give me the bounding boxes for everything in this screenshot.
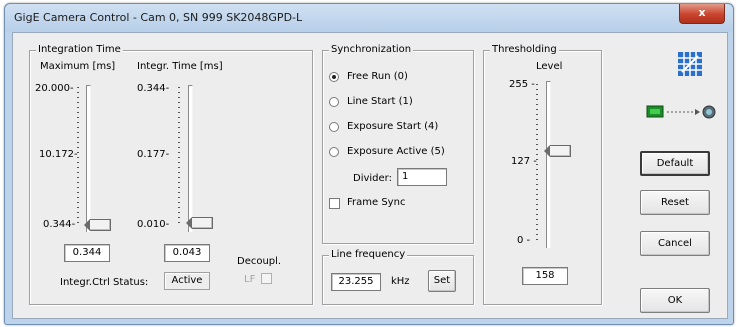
integr-time-label: Integr. Time [ms] [137, 61, 223, 72]
max-tick-bottom: 0.344- [43, 219, 76, 230]
divider-label: Divider: [353, 173, 392, 184]
int-tick-bottom: 0.010- [137, 219, 170, 230]
vendor-logo-icon [678, 52, 702, 76]
line-frequency-value[interactable]: 23.255 [331, 273, 381, 291]
max-slider-thumb[interactable] [84, 219, 111, 231]
free-run-radio[interactable] [329, 72, 339, 82]
decoupl-label: Decoupl. [237, 256, 282, 267]
int-slider-track[interactable] [188, 85, 193, 232]
default-button[interactable]: Default [640, 151, 710, 176]
exposure-active-label[interactable]: Exposure Active (5) [347, 146, 445, 157]
title-bar[interactable]: GigE Camera Control - Cam 0, SN 999 SK20… [5, 4, 733, 32]
exposure-start-radio[interactable] [329, 122, 339, 132]
line-start-radio[interactable] [329, 97, 339, 107]
line-frequency-unit: kHz [391, 276, 410, 287]
threshold-tick-0: 0 - [517, 235, 531, 246]
dialog-client-area: Integration Time Maximum [ms] Integr. Ti… [12, 32, 728, 319]
max-tick-mid: 10.172- [39, 149, 78, 160]
threshold-tick-255: 255 - [509, 79, 535, 90]
integration-time-group: Integration Time Maximum [ms] Integr. Ti… [29, 44, 313, 305]
frame-sync-label[interactable]: Frame Sync [347, 197, 405, 208]
integration-time-title: Integration Time [36, 44, 123, 55]
thresholding-group: Thresholding Level 255 - 127 - 0 - 158 [483, 44, 602, 305]
level-label: Level [536, 61, 563, 72]
integr-ctrl-status-value: Active [164, 272, 210, 290]
camera-connection-icon [646, 104, 718, 120]
int-tick-mid: 0.177- [137, 149, 170, 160]
int-slider-thumb[interactable] [186, 217, 213, 229]
threshold-slider-track[interactable] [546, 81, 551, 248]
threshold-tick-127: 127 - [511, 156, 537, 167]
integr-ctrl-status-label: Integr.Ctrl Status: [60, 277, 149, 288]
window-title: GigE Camera Control - Cam 0, SN 999 SK20… [14, 11, 303, 24]
decoupl-lf-checkbox[interactable] [261, 273, 272, 284]
synchronization-title: Synchronization [329, 44, 414, 55]
frame-sync-checkbox[interactable] [329, 198, 340, 209]
threshold-value-field[interactable]: 158 [522, 267, 568, 285]
line-frequency-title: Line frequency [329, 249, 408, 260]
cancel-button[interactable]: Cancel [640, 231, 710, 256]
divider-input[interactable]: 1 [397, 168, 447, 186]
synchronization-group: Synchronization Free Run (0) Line Start … [322, 44, 474, 244]
lf-label: LF [244, 274, 256, 285]
thresholding-title: Thresholding [490, 44, 559, 55]
line-start-label[interactable]: Line Start (1) [347, 96, 413, 107]
exposure-active-radio[interactable] [329, 147, 339, 157]
reset-button[interactable]: Reset [640, 190, 710, 215]
max-slider-track[interactable] [86, 85, 91, 232]
free-run-label[interactable]: Free Run (0) [347, 71, 408, 82]
ok-button[interactable]: OK [640, 288, 710, 313]
threshold-slider-ticks [536, 84, 538, 244]
maximum-value-field[interactable]: 0.344 [64, 244, 110, 262]
exposure-start-label[interactable]: Exposure Start (4) [347, 121, 438, 132]
max-tick-top: 20.000- [35, 83, 74, 94]
dialog-window: GigE Camera Control - Cam 0, SN 999 SK20… [4, 3, 734, 325]
threshold-slider-thumb[interactable] [544, 145, 571, 157]
maximum-label: Maximum [ms] [40, 61, 116, 72]
set-button[interactable]: Set [428, 270, 456, 292]
line-frequency-group: Line frequency 23.255 kHz Set [322, 249, 474, 305]
integr-time-value-field[interactable]: 0.043 [164, 244, 210, 262]
max-slider-ticks [77, 87, 79, 227]
int-slider-ticks [178, 87, 180, 227]
close-button[interactable]: x [679, 4, 725, 24]
int-tick-top: 0.344- [137, 83, 170, 94]
